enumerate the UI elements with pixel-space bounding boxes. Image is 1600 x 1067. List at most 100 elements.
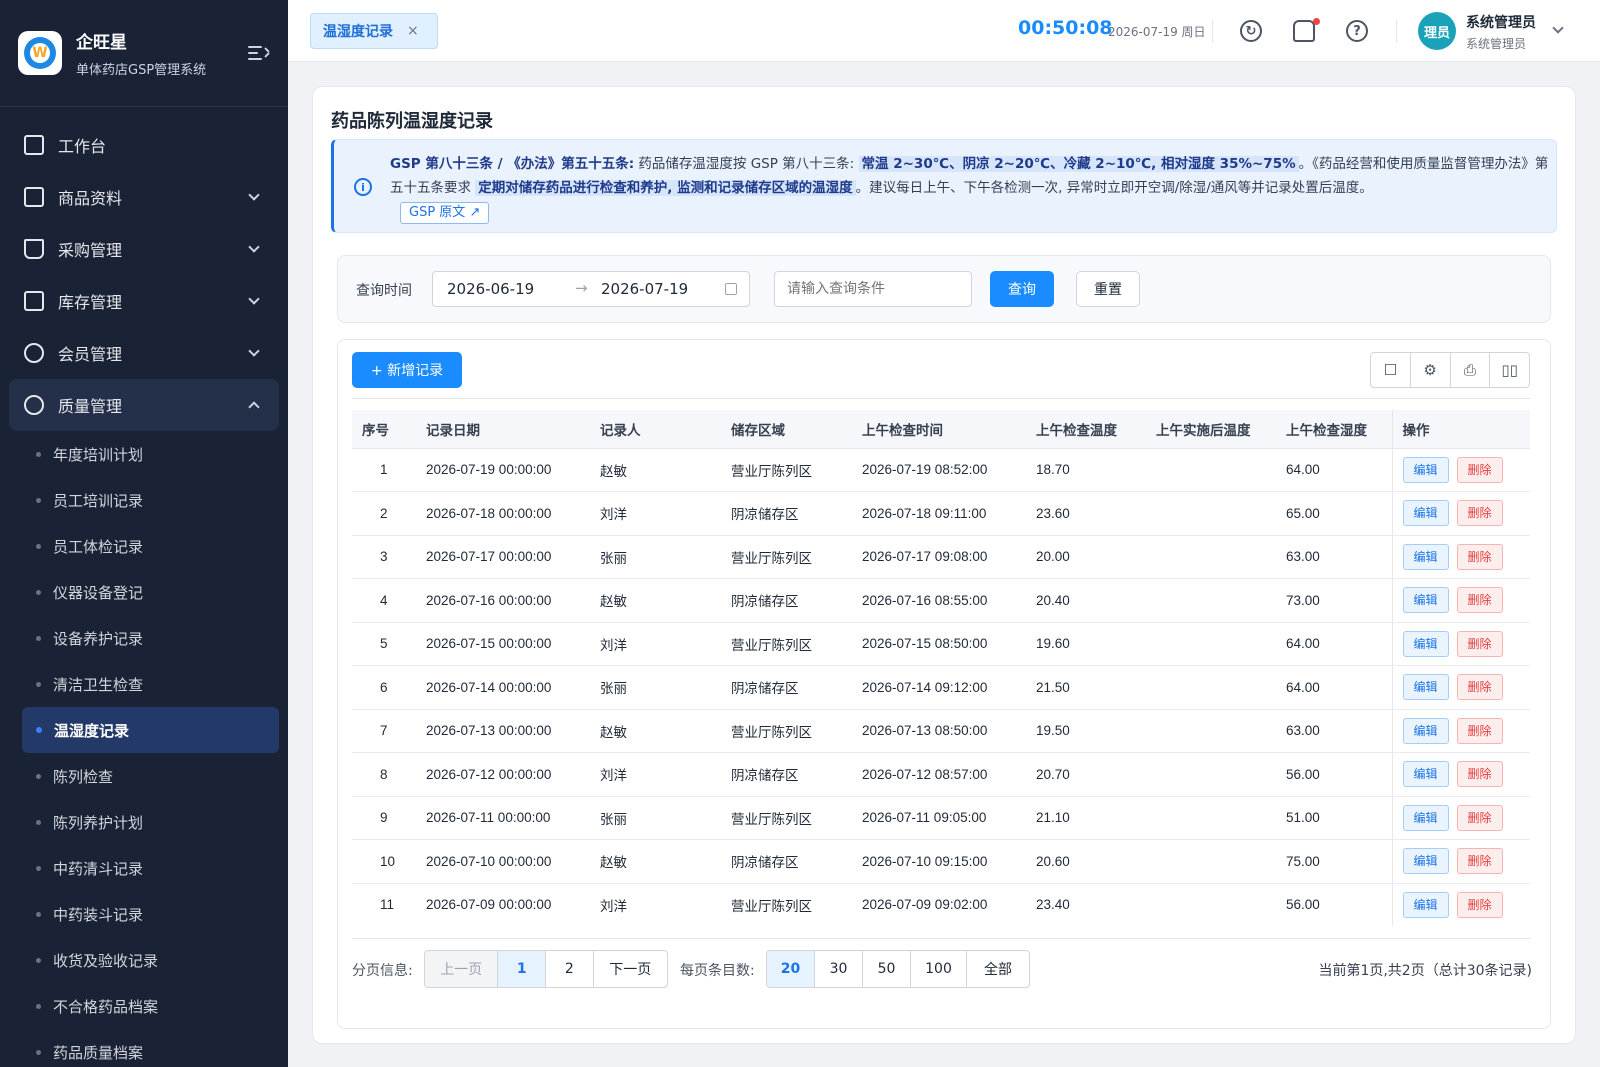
menu-item-quality[interactable]: 质量管理 [9, 379, 279, 431]
quality-icon [24, 395, 44, 415]
delete-button[interactable]: 删除 [1456, 587, 1503, 614]
columns-icon[interactable]: ▯▯ [1490, 353, 1529, 387]
submenu-item[interactable]: 药品质量档案 [0, 1029, 288, 1067]
filter-label: 查询时间 [356, 283, 412, 299]
table-cell: 2026-07-18 09:11:00 [852, 491, 1026, 536]
menu-item-inventory[interactable]: 库存管理 [0, 275, 288, 327]
delete-button[interactable]: 删除 [1456, 543, 1503, 570]
table-cell: 7 [352, 709, 416, 753]
submenu-item[interactable]: 员工培训记录 [0, 477, 288, 523]
delete-button[interactable]: 删除 [1456, 761, 1503, 788]
delete-button[interactable]: 删除 [1456, 891, 1503, 918]
start-date[interactable]: 2026-06-19 [447, 280, 534, 298]
gsp-original-link[interactable]: GSP 原文 ↗ [400, 202, 490, 224]
table-cell: 2 [352, 491, 416, 536]
menu-item-workbench[interactable]: 工作台 [0, 119, 288, 171]
delete-button[interactable]: 删除 [1456, 456, 1503, 483]
submenu-item[interactable]: 员工体检记录 [0, 523, 288, 569]
avatar[interactable]: 理员 [1418, 12, 1456, 50]
table-cell: 张丽 [590, 535, 721, 579]
table-cell: 63.00 [1276, 709, 1392, 753]
table-cell: 营业厅陈列区 [721, 535, 852, 579]
query-input[interactable] [774, 271, 972, 307]
table-cell: 营业厅陈列区 [721, 796, 852, 840]
brand-logo: W [18, 31, 62, 75]
menu-item-members[interactable]: 会员管理 [0, 327, 288, 379]
edit-button[interactable]: 编辑 [1402, 674, 1449, 701]
submenu-item[interactable]: 中药装斗记录 [0, 891, 288, 937]
delete-button[interactable]: 删除 [1456, 717, 1503, 744]
table-cell: 75.00 [1276, 839, 1392, 884]
page-size-100[interactable]: 100 [911, 951, 967, 987]
submenu-item[interactable]: 清洁卫生检查 [0, 661, 288, 707]
tab-temperature-record[interactable]: 温湿度记录 × [310, 13, 438, 49]
edit-button[interactable]: 编辑 [1402, 804, 1449, 831]
menu-item-goods[interactable]: 商品资料 [0, 171, 288, 223]
page-button-2[interactable]: 2 [546, 951, 594, 987]
table-cell: 2026-07-10 09:15:00 [852, 839, 1026, 884]
chevron-down-icon[interactable] [1552, 22, 1564, 34]
menu-item-purchase[interactable]: 采购管理 [0, 223, 288, 275]
page-size-50[interactable]: 50 [863, 951, 911, 987]
collapse-menu-icon[interactable] [248, 45, 270, 61]
edit-button[interactable]: 编辑 [1402, 500, 1449, 527]
submenu-item[interactable]: 陈列检查 [0, 753, 288, 799]
table-cell: 2026-07-11 09:05:00 [852, 796, 1026, 840]
table-row: 8 2026-07-12 00:00:00 刘洋 阴凉储存区 2026-07-12 08… [352, 752, 1530, 797]
edit-button[interactable]: 编辑 [1402, 456, 1449, 483]
submenu-item[interactable]: 仪器设备登记 [0, 569, 288, 615]
close-tab-icon[interactable]: × [407, 23, 419, 39]
table-cell: 19.50 [1026, 709, 1146, 753]
edit-button[interactable]: 编辑 [1402, 543, 1449, 570]
page-size-all[interactable]: 全部 [967, 951, 1029, 987]
delete-button[interactable]: 删除 [1456, 804, 1503, 831]
page-size-20[interactable]: 20 [767, 951, 815, 987]
edit-button[interactable]: 编辑 [1402, 717, 1449, 744]
bell-icon[interactable] [1293, 20, 1315, 42]
delete-button[interactable]: 删除 [1456, 500, 1503, 527]
prev-page-button[interactable]: 上一页 [425, 951, 499, 987]
reset-button[interactable]: 重置 [1076, 271, 1140, 307]
table-cell: 营业厅陈列区 [721, 709, 852, 753]
gear-icon[interactable]: ⚙ [1411, 353, 1451, 387]
edit-button[interactable]: 编辑 [1402, 848, 1449, 875]
fullscreen-icon[interactable]: ☐ [1371, 353, 1411, 387]
edit-button[interactable]: 编辑 [1402, 891, 1449, 918]
table-cell [1146, 752, 1276, 797]
submenu-item[interactable]: 陈列养护计划 [0, 799, 288, 845]
table-cell: 63.00 [1276, 535, 1392, 579]
submenu-item-active[interactable]: 温湿度记录 [22, 707, 279, 753]
table-cell: 刘洋 [590, 491, 721, 536]
column-header: 上午检查时间 [852, 410, 1026, 449]
query-button[interactable]: 查询 [990, 271, 1054, 307]
help-icon[interactable]: ? [1346, 20, 1368, 42]
add-record-button[interactable]: + 新增记录 [352, 352, 462, 388]
page-button-1[interactable]: 1 [498, 951, 546, 987]
end-date[interactable]: 2026-07-19 [601, 280, 688, 298]
submenu-item[interactable]: 不合格药品档案 [0, 983, 288, 1029]
submenu-item[interactable]: 收货及验收记录 [0, 937, 288, 983]
submenu-item[interactable]: 设备养护记录 [0, 615, 288, 661]
refresh-icon[interactable]: ↻ [1240, 20, 1262, 42]
delete-button[interactable]: 删除 [1456, 630, 1503, 657]
submenu-item[interactable]: 中药清斗记录 [0, 845, 288, 891]
next-page-button[interactable]: 下一页 [594, 951, 667, 987]
table-cell: 2026-07-12 00:00:00 [416, 752, 590, 797]
page-size-30[interactable]: 30 [815, 951, 863, 987]
date-range-picker[interactable]: 2026-06-19 → 2026-07-19 [432, 271, 750, 307]
print-icon[interactable]: ⎙ [1451, 353, 1491, 387]
edit-button[interactable]: 编辑 [1402, 630, 1449, 657]
table-cell: 赵敏 [590, 839, 721, 884]
submenu-item[interactable]: 年度培训计划 [0, 431, 288, 477]
user-name[interactable]: 系统管理员 [1466, 12, 1536, 32]
edit-button[interactable]: 编辑 [1402, 761, 1449, 788]
table-cell: 2026-07-19 08:52:00 [852, 448, 1026, 492]
filter-bar: 查询时间 2026-06-19 → 2026-07-19 查询 重置 [337, 255, 1551, 323]
table-cell: 64.00 [1276, 448, 1392, 492]
delete-button[interactable]: 删除 [1456, 848, 1503, 875]
edit-button[interactable]: 编辑 [1402, 587, 1449, 614]
delete-button[interactable]: 删除 [1456, 674, 1503, 701]
chevron-down-icon [248, 189, 260, 201]
table-cell: 6 [352, 665, 416, 710]
pager-label: 分页信息: [352, 963, 413, 979]
